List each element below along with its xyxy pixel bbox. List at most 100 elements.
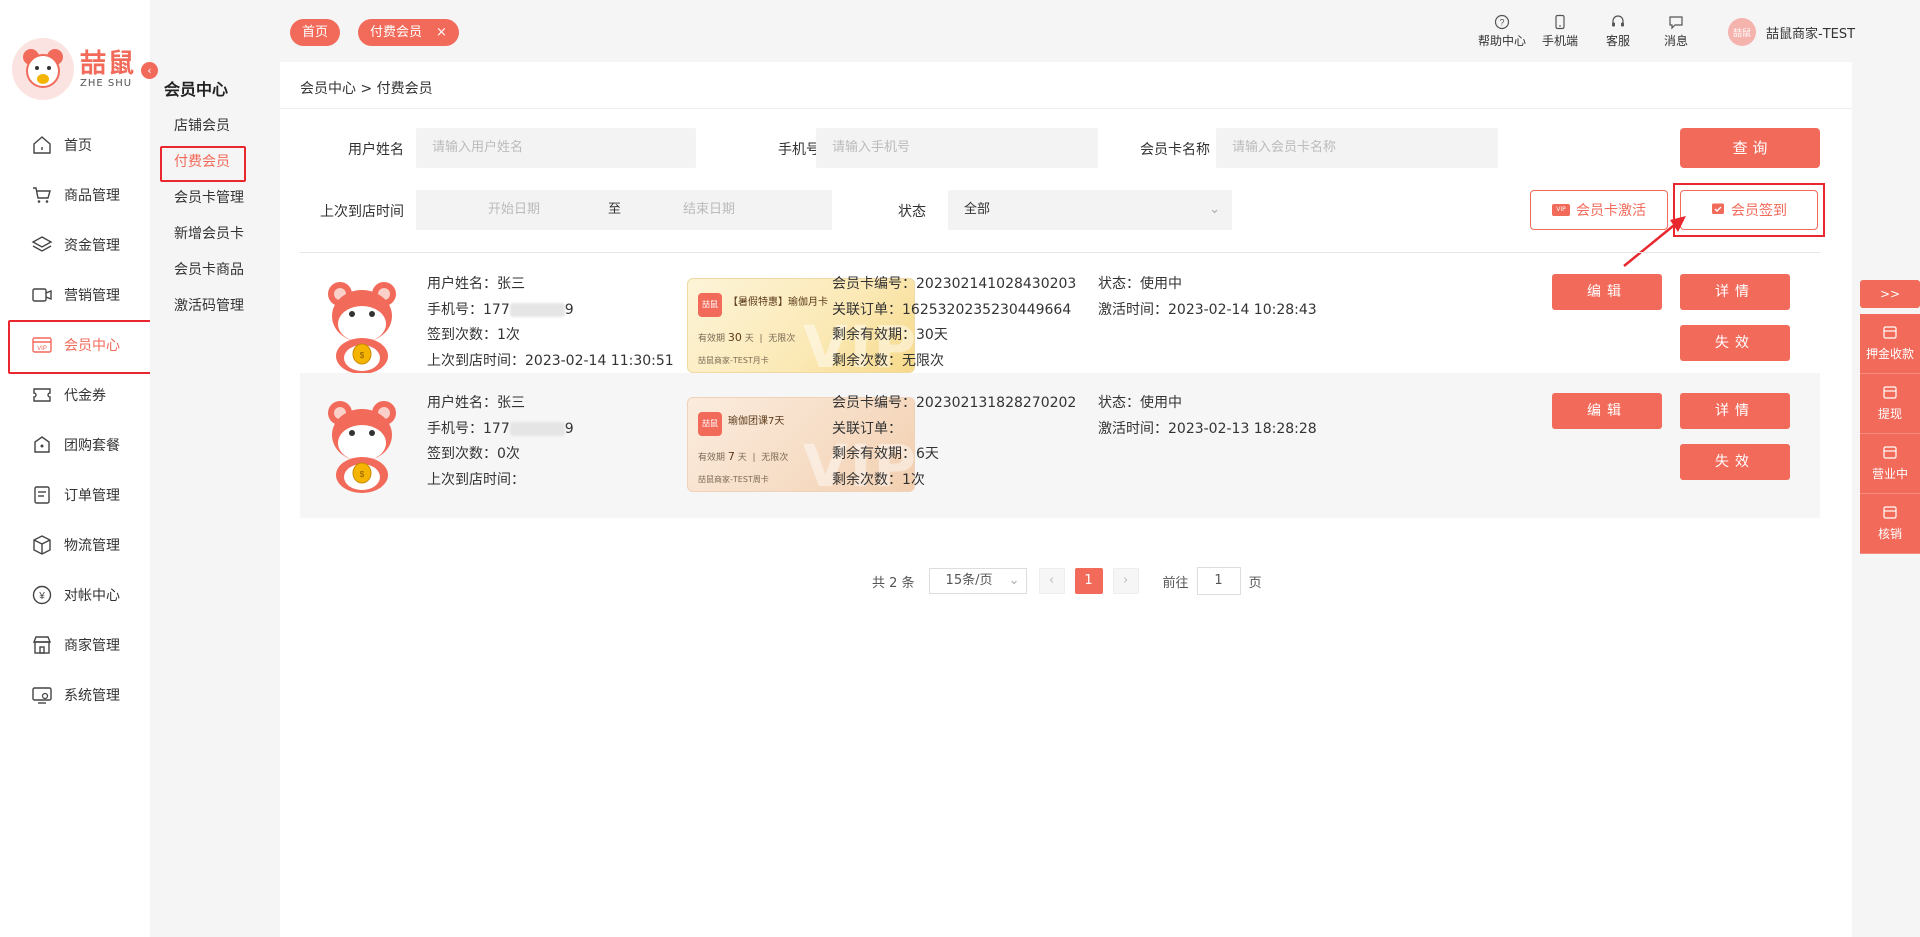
invalidate-button[interactable]: 失效 bbox=[1680, 444, 1790, 480]
card-times: 无限次 bbox=[761, 453, 789, 463]
sidebar-item-5[interactable]: 代金券 bbox=[0, 370, 150, 420]
sidebar-item-8[interactable]: 物流管理 bbox=[0, 520, 150, 570]
tab-paid-member[interactable]: 付费会员 × bbox=[358, 19, 459, 46]
remaining-times: 剩余次数：无限次 bbox=[832, 352, 944, 369]
sub-nav-item-3[interactable]: 新增会员卡 bbox=[150, 216, 280, 252]
start-date-input[interactable]: 开始日期 bbox=[488, 190, 540, 230]
toolbar-item-1[interactable]: 提现 bbox=[1860, 374, 1920, 434]
card-name-input[interactable]: 请输入会员卡名称 bbox=[1216, 128, 1498, 168]
toolbar-toggle-button[interactable]: >> bbox=[1860, 280, 1920, 308]
help-center-button[interactable]: ? 帮助中心 bbox=[1478, 12, 1526, 49]
page-unit-label: 页 bbox=[1248, 575, 1262, 591]
query-button[interactable]: 查 询 bbox=[1680, 128, 1820, 168]
card-valid-unit: 天 bbox=[744, 334, 754, 344]
help-label: 帮助中心 bbox=[1478, 34, 1527, 48]
tab-home[interactable]: 首页 bbox=[290, 19, 341, 46]
yen-icon: ¥ bbox=[30, 584, 54, 606]
sub-nav-item-1[interactable]: 付费会员 bbox=[150, 144, 280, 182]
mobile-button[interactable]: 手机端 bbox=[1542, 12, 1578, 49]
page-size-select[interactable]: 15条/页 ⌄ bbox=[928, 568, 1027, 594]
brand-logo[interactable]: 喆鼠 ZHE SHU bbox=[12, 38, 136, 100]
detail-button[interactable]: 详情 bbox=[1680, 393, 1790, 429]
sub-nav-item-2[interactable]: 会员卡管理 bbox=[150, 180, 280, 216]
edit-button[interactable]: 编辑 bbox=[1552, 274, 1662, 310]
invalidate-button[interactable]: 失效 bbox=[1680, 325, 1790, 361]
pagination: 共 2 条 15条/页 ⌄ ‹ 1 › 前往 1 页 bbox=[872, 567, 1262, 595]
help-icon: ? bbox=[1492, 12, 1512, 32]
date-range-picker[interactable]: 开始日期 至 结束日期 bbox=[416, 190, 832, 230]
collapse-sidebar-icon[interactable]: ‹ bbox=[141, 62, 158, 79]
status-select[interactable]: 全部 ⌄ bbox=[948, 190, 1232, 230]
card-logo-icon: 喆鼠 bbox=[698, 293, 722, 317]
sub-nav-item-0[interactable]: 店铺会员 bbox=[150, 108, 280, 144]
close-icon[interactable]: × bbox=[436, 25, 447, 40]
total-count: 共 2 条 bbox=[872, 575, 915, 591]
member-phone: 手机号：177 9 bbox=[427, 417, 574, 443]
status-label: 状态 bbox=[898, 204, 926, 220]
last-visit-time: 上次到店时间：2023-02-14 11:30:51 bbox=[427, 352, 674, 369]
svg-text:VIP: VIP bbox=[37, 346, 47, 352]
group-icon bbox=[30, 434, 54, 456]
status-badge: 状态：使用中 bbox=[1098, 395, 1182, 411]
svg-text:¥: ¥ bbox=[38, 591, 45, 602]
edit-button[interactable]: 编辑 bbox=[1552, 393, 1662, 429]
sidebar-item-label: 会员中心 bbox=[64, 338, 120, 354]
sub-nav-item-5[interactable]: 激活码管理 bbox=[150, 288, 280, 324]
main-nav: 首页 商品管理 资金管理 营销管理 VIP 会员中心代金券团购套餐订单管理物流管理 ¥ 对帐中… bbox=[0, 120, 154, 720]
sidebar-item-0[interactable]: 首页 bbox=[0, 120, 150, 170]
sidebar-item-label: 订单管理 bbox=[64, 488, 120, 504]
toolbar-item-2[interactable]: 营业中 bbox=[1860, 434, 1920, 494]
name-input[interactable]: 请输入用户姓名 bbox=[416, 128, 696, 168]
messages-button[interactable]: 消息 bbox=[1664, 12, 1688, 49]
linked-order: 关联订单：1625320235230449664 bbox=[832, 301, 1072, 318]
sidebar-item-2[interactable]: 资金管理 bbox=[0, 220, 150, 270]
home-icon bbox=[30, 134, 54, 156]
sidebar-item-11[interactable]: 系统管理 bbox=[0, 670, 150, 720]
highlight-box bbox=[1673, 183, 1825, 237]
phone-prefix: 手机号：177 bbox=[427, 301, 510, 318]
toolbar-item-3[interactable]: 核销 bbox=[1860, 494, 1920, 554]
sidebar-item-10[interactable]: 商家管理 bbox=[0, 620, 150, 670]
sidebar-item-4[interactable]: VIP 会员中心 bbox=[0, 320, 154, 374]
member-name: 用户姓名：张三 bbox=[427, 395, 525, 411]
phone-suffix: 9 bbox=[564, 301, 574, 318]
top-bar: 首页 付费会员 × ? 帮助中心 手机端 客服 消息 喆鼠 喆鼠商家-TEST bbox=[280, 0, 1920, 62]
card-valid-label: 有效期 bbox=[698, 453, 726, 463]
sidebar-item-label: 对帐中心 bbox=[64, 588, 120, 604]
toolbar-item-label: 提现 bbox=[1877, 407, 1902, 421]
sidebar-item-6[interactable]: 团购套餐 bbox=[0, 420, 150, 470]
sub-sidebar: 会员中心 店铺会员 付费会员 会员卡管理 新增会员卡 会员卡商品 激活码管理 bbox=[150, 0, 280, 937]
phone-prefix: 手机号：177 bbox=[427, 420, 510, 437]
sidebar-item-label: 团购套餐 bbox=[64, 438, 120, 454]
vip-icon: VIP bbox=[30, 334, 54, 356]
sub-nav-item-4[interactable]: 会员卡商品 bbox=[150, 252, 280, 288]
card-valid-number: 7 bbox=[727, 450, 735, 463]
phone-input[interactable]: 请输入手机号 bbox=[816, 128, 1098, 168]
toolbar-item-icon bbox=[1882, 325, 1898, 341]
user-name: 喆鼠商家-TEST bbox=[1766, 26, 1856, 42]
user-menu[interactable]: 喆鼠 喆鼠商家-TEST bbox=[1728, 18, 1855, 46]
divider bbox=[280, 108, 1852, 109]
date-range-separator: 至 bbox=[608, 202, 622, 217]
prev-page-button[interactable]: ‹ bbox=[1038, 568, 1065, 594]
card-title: 【暑假特惠】瑜伽月卡 bbox=[728, 297, 828, 308]
detail-button[interactable]: 详情 bbox=[1680, 274, 1790, 310]
sub-nav: 店铺会员 付费会员 会员卡管理 新增会员卡 会员卡商品 激活码管理 bbox=[150, 108, 280, 324]
customer-service-button[interactable]: 客服 bbox=[1606, 12, 1630, 49]
main-sidebar: 喆鼠 ZHE SHU 首页 商品管理 资金管理 营销管理 VIP 会员中心代金券团购套餐订… bbox=[0, 0, 154, 937]
next-page-button[interactable]: › bbox=[1112, 568, 1139, 594]
sidebar-item-9[interactable]: ¥ 对帐中心 bbox=[0, 570, 150, 620]
sidebar-item-label: 代金券 bbox=[64, 388, 106, 404]
sidebar-item-3[interactable]: 营销管理 bbox=[0, 270, 150, 320]
box-icon bbox=[30, 534, 54, 556]
end-date-input[interactable]: 结束日期 bbox=[683, 190, 735, 230]
toolbar-item-0[interactable]: 押金收款 bbox=[1860, 314, 1920, 374]
page-number-current[interactable]: 1 bbox=[1074, 568, 1103, 594]
sidebar-item-7[interactable]: 订单管理 bbox=[0, 470, 150, 520]
card-times: 无限次 bbox=[768, 334, 796, 344]
sidebar-item-1[interactable]: 商品管理 bbox=[0, 170, 150, 220]
mobile-label: 手机端 bbox=[1542, 34, 1579, 48]
system-icon bbox=[30, 684, 54, 706]
page-jump-input[interactable]: 1 bbox=[1196, 567, 1241, 595]
card-title: 瑜伽团课7天 bbox=[728, 416, 785, 427]
